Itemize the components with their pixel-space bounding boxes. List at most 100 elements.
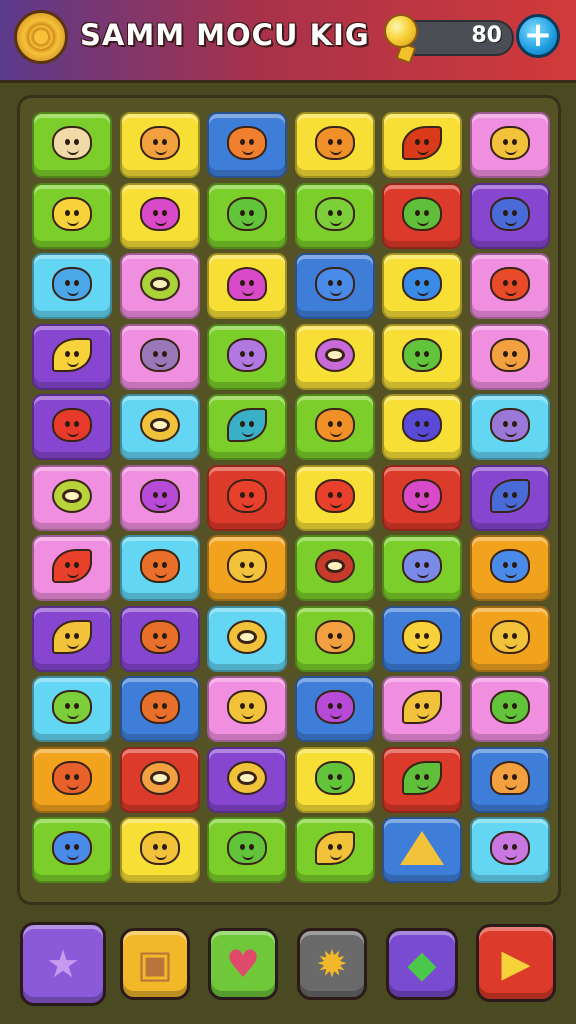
tile-r8-c2[interactable] — [119, 605, 200, 672]
gem-icon: ◆ — [407, 942, 437, 986]
tile-r9-c3[interactable] — [207, 676, 287, 742]
tile-r9-c4[interactable] — [294, 676, 375, 742]
tile-r7-c2[interactable] — [119, 535, 200, 601]
game-title: SAMM MOCU KIG — [80, 18, 370, 52]
tile-r3-c3[interactable] — [207, 253, 287, 319]
tile-r8-c4[interactable] — [294, 605, 375, 672]
tile-r11-c4[interactable] — [294, 817, 375, 883]
tile-r6-c6[interactable] — [469, 464, 550, 531]
tile-r7-c6[interactable] — [469, 535, 550, 601]
tile-r10-c4[interactable] — [294, 746, 375, 813]
ring-creature-icon — [227, 619, 267, 654]
tile-r7-c3[interactable] — [207, 535, 287, 601]
tile-r11-c2[interactable] — [119, 817, 200, 883]
tile-r5-c4[interactable] — [294, 394, 375, 460]
tile-r1-c1[interactable] — [32, 112, 112, 178]
tile-r9-c1[interactable] — [32, 676, 112, 742]
tile-r7-c1[interactable] — [32, 535, 112, 601]
mouth — [417, 430, 429, 437]
gem-button[interactable]: ◆ — [386, 928, 458, 1000]
eye — [502, 703, 508, 709]
tile-r10-c5[interactable] — [382, 746, 462, 813]
eye — [502, 562, 508, 568]
tile-r5-c1[interactable] — [32, 394, 112, 460]
tile-r2-c3[interactable] — [207, 182, 287, 249]
eye — [415, 773, 420, 780]
leaf-creature-icon — [52, 619, 92, 654]
tile-r6-c4[interactable] — [294, 464, 375, 531]
add-coins-button[interactable]: + — [516, 14, 560, 58]
tile-r2-c2[interactable] — [119, 182, 200, 249]
eye — [74, 562, 79, 568]
tile-r3-c2[interactable] — [119, 253, 200, 319]
tile-r6-c5[interactable] — [382, 464, 462, 531]
tile-r3-c4[interactable] — [294, 253, 375, 319]
tile-r4-c6[interactable] — [469, 323, 550, 390]
tile-r8-c3[interactable] — [207, 605, 287, 672]
tile-r1-c4[interactable] — [294, 112, 375, 178]
tile-r9-c5[interactable] — [382, 676, 462, 742]
eye — [74, 139, 79, 145]
tile-r2-c4[interactable] — [294, 182, 375, 249]
tile-r4-c5[interactable] — [382, 323, 462, 390]
tile-r5-c3[interactable] — [207, 394, 287, 460]
tile-r1-c6[interactable] — [469, 112, 550, 178]
eye — [161, 844, 167, 850]
tile-r3-c5[interactable] — [382, 253, 462, 319]
eye — [74, 209, 79, 216]
tile-r1-c2[interactable] — [119, 112, 200, 178]
star-button[interactable]: ★ — [20, 922, 106, 1006]
box-button[interactable]: ▣ — [120, 928, 190, 1000]
tile-r2-c6[interactable] — [469, 182, 550, 249]
tile-r1-c5[interactable] — [382, 112, 462, 178]
mouth — [417, 360, 429, 367]
tile-r9-c2[interactable] — [119, 676, 200, 742]
heart-creature-icon — [227, 267, 267, 301]
tile-r3-c6[interactable] — [469, 253, 550, 319]
eye — [336, 139, 342, 145]
mouth — [67, 430, 79, 437]
eye — [327, 491, 333, 498]
tile-r5-c2[interactable] — [119, 394, 200, 460]
sun-button[interactable]: ✹ — [297, 928, 367, 1000]
tile-r6-c1[interactable] — [32, 464, 112, 531]
heart-button[interactable]: ♥ — [208, 928, 278, 1000]
blob-creature-icon — [314, 478, 355, 513]
tile-r4-c3[interactable] — [207, 323, 287, 390]
tile-r4-c1[interactable] — [32, 323, 112, 390]
eye — [74, 280, 79, 286]
tile-r9-c6[interactable] — [469, 676, 550, 742]
tile-r3-c1[interactable] — [32, 253, 112, 319]
tile-r8-c6[interactable] — [469, 605, 550, 672]
tile-r7-c4[interactable] — [294, 535, 375, 601]
tile-r11-c3[interactable] — [207, 817, 287, 883]
tile-r4-c4[interactable] — [294, 323, 375, 390]
tile-r7-c5[interactable] — [382, 535, 462, 601]
eye — [415, 139, 420, 145]
tile-r2-c5[interactable] — [382, 182, 462, 249]
eye — [511, 632, 517, 639]
tile-r10-c2[interactable] — [119, 746, 200, 813]
tile-r6-c3[interactable] — [207, 464, 287, 531]
tile-r11-c5[interactable] — [382, 817, 462, 883]
tile-r11-c1[interactable] — [32, 817, 112, 883]
eye — [424, 139, 429, 145]
tile-r8-c5[interactable] — [382, 605, 462, 672]
tile-r5-c5[interactable] — [382, 394, 462, 460]
mouth — [504, 853, 517, 860]
tile-r10-c6[interactable] — [469, 746, 550, 813]
tile-r10-c3[interactable] — [207, 746, 287, 813]
play-button[interactable]: ▶ — [476, 924, 556, 1002]
tile-r1-c3[interactable] — [207, 112, 287, 178]
eye — [161, 491, 167, 498]
tile-r4-c2[interactable] — [119, 323, 200, 390]
tile-r10-c1[interactable] — [32, 746, 112, 813]
tile-r6-c2[interactable] — [119, 464, 200, 531]
tile-r5-c6[interactable] — [469, 394, 550, 460]
mouth — [154, 148, 167, 155]
tile-r11-c6[interactable] — [469, 817, 550, 883]
tile-r8-c1[interactable] — [32, 605, 112, 672]
eye — [502, 491, 508, 498]
blob-creature-icon — [402, 619, 442, 654]
tile-r2-c1[interactable] — [32, 182, 112, 249]
